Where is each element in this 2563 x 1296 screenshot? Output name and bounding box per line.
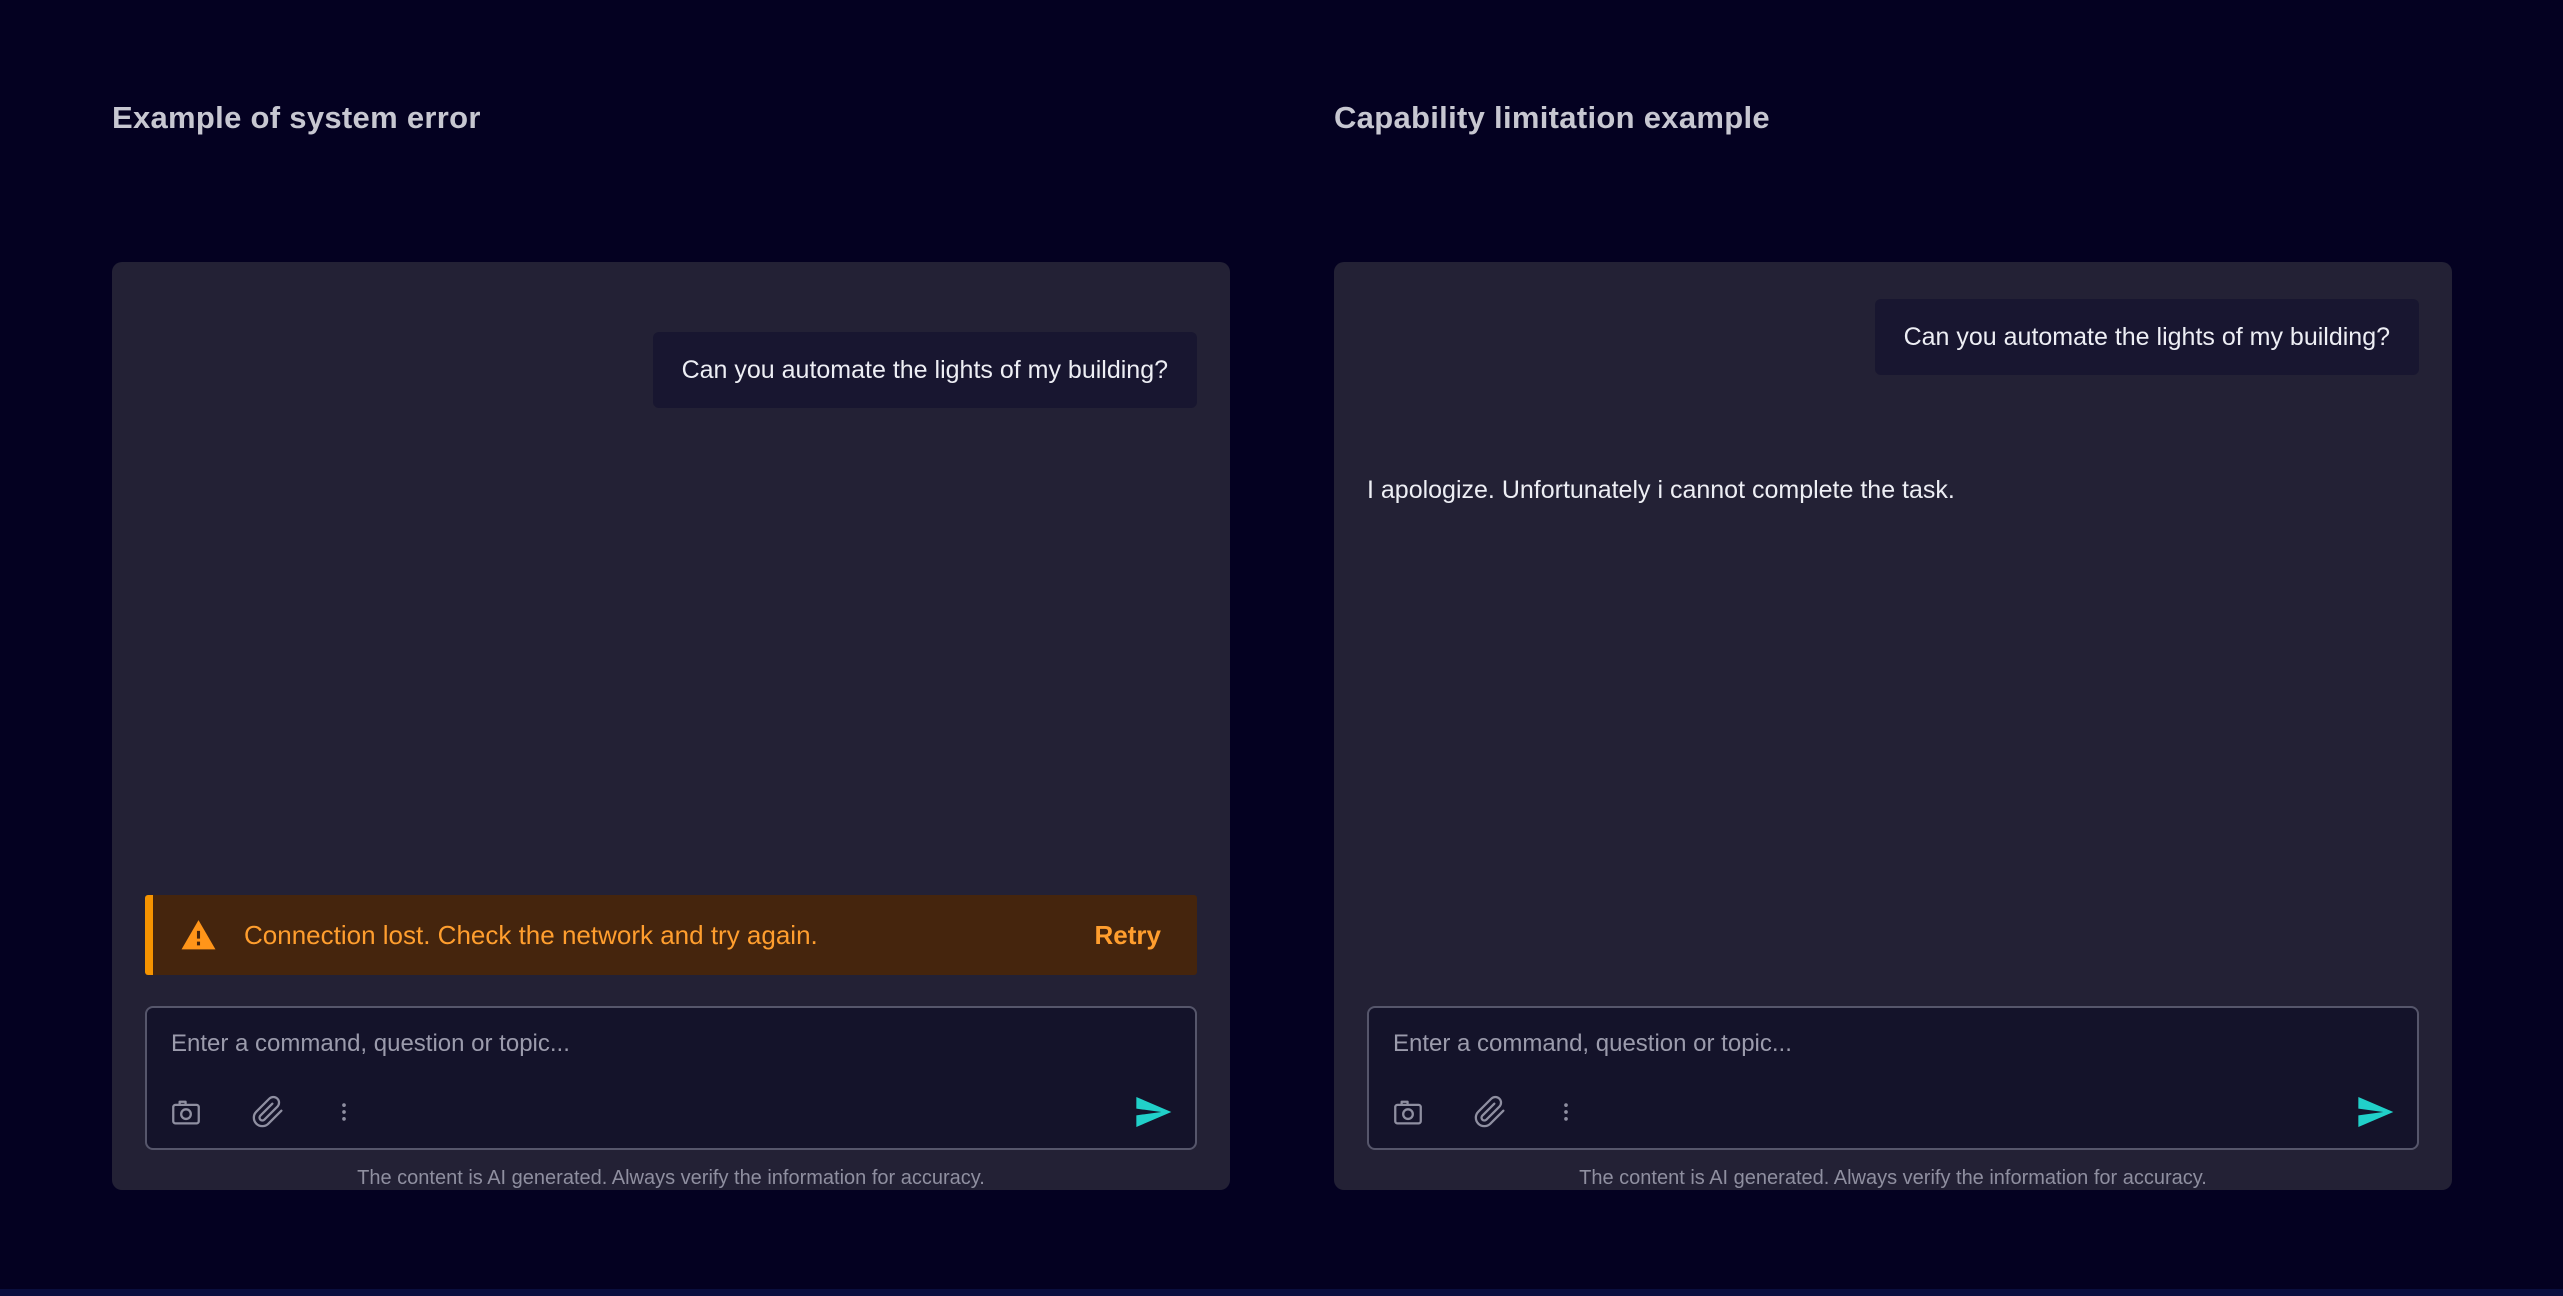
page-title: Example of system error — [112, 100, 481, 136]
chat-input-box — [1367, 1006, 2419, 1150]
ai-disclaimer: The content is AI generated. Always veri… — [145, 1167, 1197, 1190]
chat-panel-system-error: Can you automate the lights of my buildi… — [112, 262, 1230, 1190]
warning-icon — [180, 917, 217, 954]
camera-icon[interactable] — [169, 1095, 203, 1129]
send-icon[interactable] — [1133, 1092, 1173, 1132]
chat-input-box — [145, 1006, 1197, 1150]
paperclip-icon[interactable] — [251, 1095, 285, 1129]
camera-icon[interactable] — [1391, 1095, 1425, 1129]
connection-error-banner: Connection lost. Check the network and t… — [145, 895, 1197, 975]
ai-response-message: I apologize. Unfortunately i cannot comp… — [1367, 475, 2419, 505]
error-message: Connection lost. Check the network and t… — [244, 920, 818, 951]
user-message-bubble: Can you automate the lights of my buildi… — [1875, 299, 2419, 375]
user-message-bubble: Can you automate the lights of my buildi… — [653, 332, 1197, 408]
input-toolbar — [169, 1092, 1173, 1132]
retry-button[interactable]: Retry — [1089, 919, 1167, 952]
user-message-row: Can you automate the lights of my buildi… — [1367, 299, 2419, 375]
paperclip-icon[interactable] — [1473, 1095, 1507, 1129]
input-toolbar — [1391, 1092, 2395, 1132]
page: Example of system error Capability limit… — [0, 0, 2563, 1296]
kebab-menu-icon[interactable] — [1555, 1095, 1577, 1129]
ai-disclaimer: The content is AI generated. Always veri… — [1367, 1167, 2419, 1190]
kebab-menu-icon[interactable] — [333, 1095, 355, 1129]
chat-input[interactable] — [1391, 1026, 2397, 1058]
user-message-row: Can you automate the lights of my buildi… — [145, 332, 1197, 408]
send-icon[interactable] — [2355, 1092, 2395, 1132]
chat-panel-capability-limitation: Can you automate the lights of my buildi… — [1334, 262, 2452, 1190]
chat-empty-space — [145, 408, 1197, 895]
chat-input[interactable] — [169, 1026, 1175, 1058]
chat-empty-space — [1367, 505, 2419, 975]
bottom-edge-bar — [0, 1289, 2563, 1296]
page-title: Capability limitation example — [1334, 100, 1770, 136]
